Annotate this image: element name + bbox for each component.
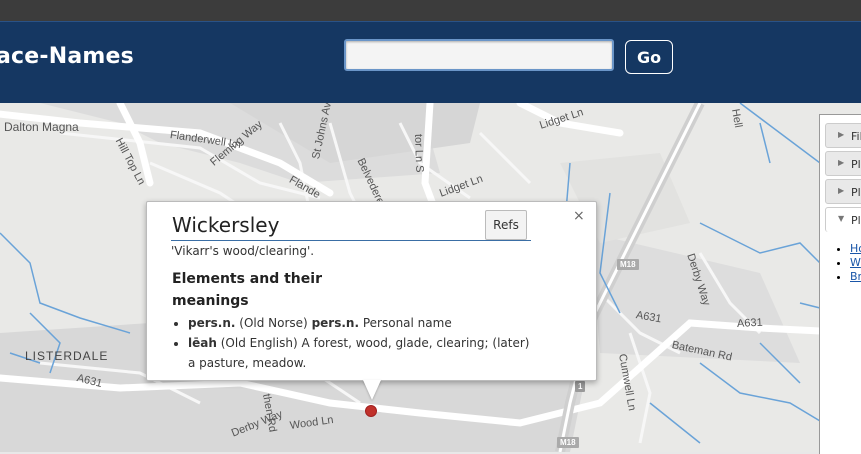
popup-title: Wickersley [172, 213, 280, 237]
panel-tab-3[interactable]: ▶Pla [825, 179, 861, 204]
place-marker[interactable] [365, 405, 377, 417]
panel-tab-1[interactable]: ▶Fil [825, 123, 861, 148]
go-button[interactable]: Go [625, 40, 673, 74]
map-label-a631-3: A631 [736, 316, 763, 330]
chevron-right-icon: ▶ [838, 186, 845, 195]
popup-tip [363, 380, 381, 400]
map-shield-m18-2: M18 [557, 437, 579, 448]
map-label-listerdale: LISTERDALE [25, 349, 109, 363]
chevron-right-icon: ▶ [838, 130, 845, 139]
elements-heading: Elements and their meanings [172, 271, 322, 309]
site-brand[interactable]: ace-Names [0, 44, 134, 69]
map-shield-m18-1: M18 [617, 259, 639, 270]
element-item: pers.n. (Old Norse) pers.n. Personal nam… [188, 313, 538, 333]
panel-tab-2[interactable]: ▶Pla [825, 151, 861, 176]
close-icon[interactable]: × [573, 208, 585, 224]
browser-top-bar [0, 0, 861, 21]
panel-link[interactable]: Br [850, 270, 861, 283]
panel-link[interactable]: Ho [850, 242, 861, 255]
map-label-tor-ln: tor Ln S [412, 133, 426, 173]
panel-tab-4[interactable]: ▼Pla [825, 207, 861, 232]
panel-link-list: Ho W Br [838, 242, 861, 284]
side-panel: ▶Fil ▶Pla ▶Pla ▼Pla Ho W Br [819, 114, 861, 454]
map-label-dalton-magna: Dalton Magna [4, 120, 79, 134]
search-input[interactable] [344, 39, 614, 71]
panel-link[interactable]: W [850, 256, 861, 269]
chevron-down-icon: ▼ [838, 214, 845, 223]
elements-list: pers.n. (Old Norse) pers.n. Personal nam… [171, 313, 538, 373]
site-header: ace-Names Go [0, 21, 861, 103]
refs-button[interactable]: Refs [485, 210, 527, 240]
map-shield-1: 1 [575, 381, 586, 392]
element-item: lēah (Old English) A forest, wood, glade… [188, 333, 538, 373]
popup-meaning: 'Vikarr's wood/clearing'. [171, 244, 315, 258]
popup-title-underline [171, 240, 531, 241]
chevron-right-icon: ▶ [838, 158, 845, 167]
place-popup: Wickersley Refs × 'Vikarr's wood/clearin… [146, 201, 597, 381]
